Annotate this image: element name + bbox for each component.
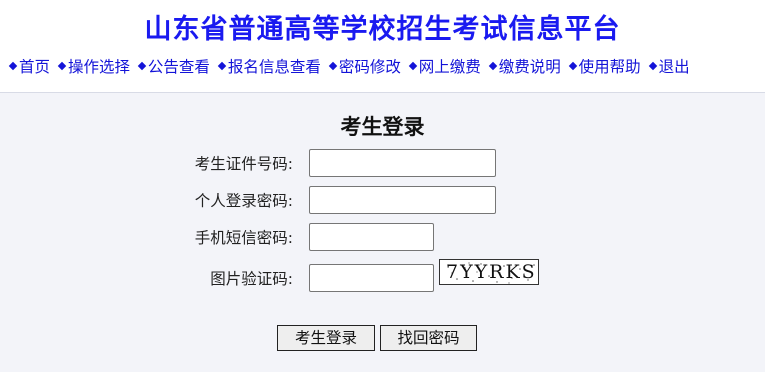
password-input[interactable]	[309, 186, 496, 214]
id-number-label: 考生证件号码:	[194, 155, 293, 173]
nav-item-home[interactable]: 首页	[8, 56, 50, 78]
sms-code-row: 手机短信密码:	[0, 223, 765, 253]
nav-item-change-password[interactable]: 密码修改	[328, 56, 401, 78]
nav-item-operation-select[interactable]: 操作选择	[57, 56, 130, 78]
sms-code-label: 手机短信密码:	[194, 229, 293, 247]
nav-item-payment-instructions[interactable]: 缴费说明	[488, 56, 561, 78]
nav-item-registration-info[interactable]: 报名信息查看	[217, 56, 321, 78]
nav-item-online-payment[interactable]: 网上缴费	[408, 56, 481, 78]
captcha-text: 7YYRKS	[446, 261, 537, 283]
captcha-label: 图片验证码:	[210, 270, 293, 288]
nav-item-announcements[interactable]: 公告查看	[137, 56, 210, 78]
diamond-bullet-icon	[328, 61, 338, 71]
captcha-input[interactable]	[309, 264, 434, 292]
diamond-bullet-icon	[8, 61, 18, 71]
page-header: 山东省普通高等学校招生考试信息平台 首页 操作选择 公告查看 报名信息查看 密码…	[0, 0, 765, 93]
diamond-bullet-icon	[568, 61, 577, 71]
diamond-bullet-icon	[137, 61, 147, 71]
id-number-row: 考生证件号码:	[0, 149, 765, 179]
nav-item-help[interactable]: 使用帮助	[568, 56, 641, 78]
diamond-bullet-icon	[217, 61, 227, 71]
login-button[interactable]: 考生登录	[277, 325, 375, 351]
diamond-bullet-icon	[408, 61, 418, 71]
captcha-image[interactable]: 7YYRKS	[439, 259, 539, 285]
site-title: 山东省普通高等学校招生考试信息平台	[144, 14, 621, 45]
password-label: 个人登录密码:	[194, 192, 293, 210]
nav-item-logout[interactable]: 退出	[648, 56, 690, 78]
login-title: 考生登录	[340, 115, 425, 139]
password-row: 个人登录密码:	[0, 186, 765, 216]
diamond-bullet-icon	[488, 61, 497, 71]
recover-password-button[interactable]: 找回密码	[380, 325, 477, 351]
diamond-bullet-icon	[648, 61, 657, 71]
diamond-bullet-icon	[57, 61, 67, 71]
id-number-input[interactable]	[309, 149, 496, 177]
captcha-row: 图片验证码: 7YYRKS	[0, 259, 765, 294]
sms-code-input[interactable]	[309, 223, 434, 251]
top-nav: 首页 操作选择 公告查看 报名信息查看 密码修改 网上缴费 缴费说明 使用帮助 …	[8, 56, 765, 78]
